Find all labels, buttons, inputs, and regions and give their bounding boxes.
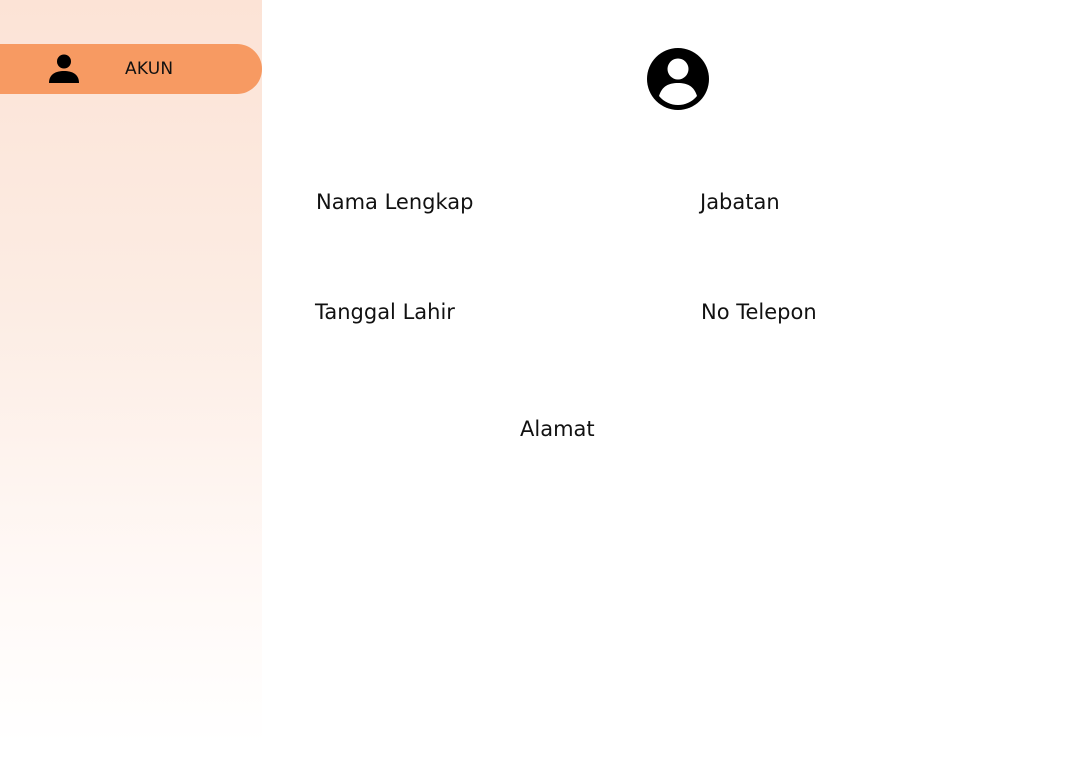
tanggal-lahir-label: Tanggal Lahir [315,300,455,324]
nama-lengkap-label: Nama Lengkap [316,190,474,214]
alamat-label: Alamat [520,417,595,441]
sidebar-item-label: AKUN [125,59,174,79]
sidebar: AKUN [0,0,262,745]
account-circle-icon[interactable] [646,47,710,111]
sidebar-item-akun[interactable]: AKUN [0,44,262,94]
page: AKUN Nama Lengkap Jabatan Tanggal Lahir … [0,0,1081,769]
no-telepon-label: No Telepon [701,300,817,324]
jabatan-label: Jabatan [700,190,780,214]
person-icon [48,52,80,84]
